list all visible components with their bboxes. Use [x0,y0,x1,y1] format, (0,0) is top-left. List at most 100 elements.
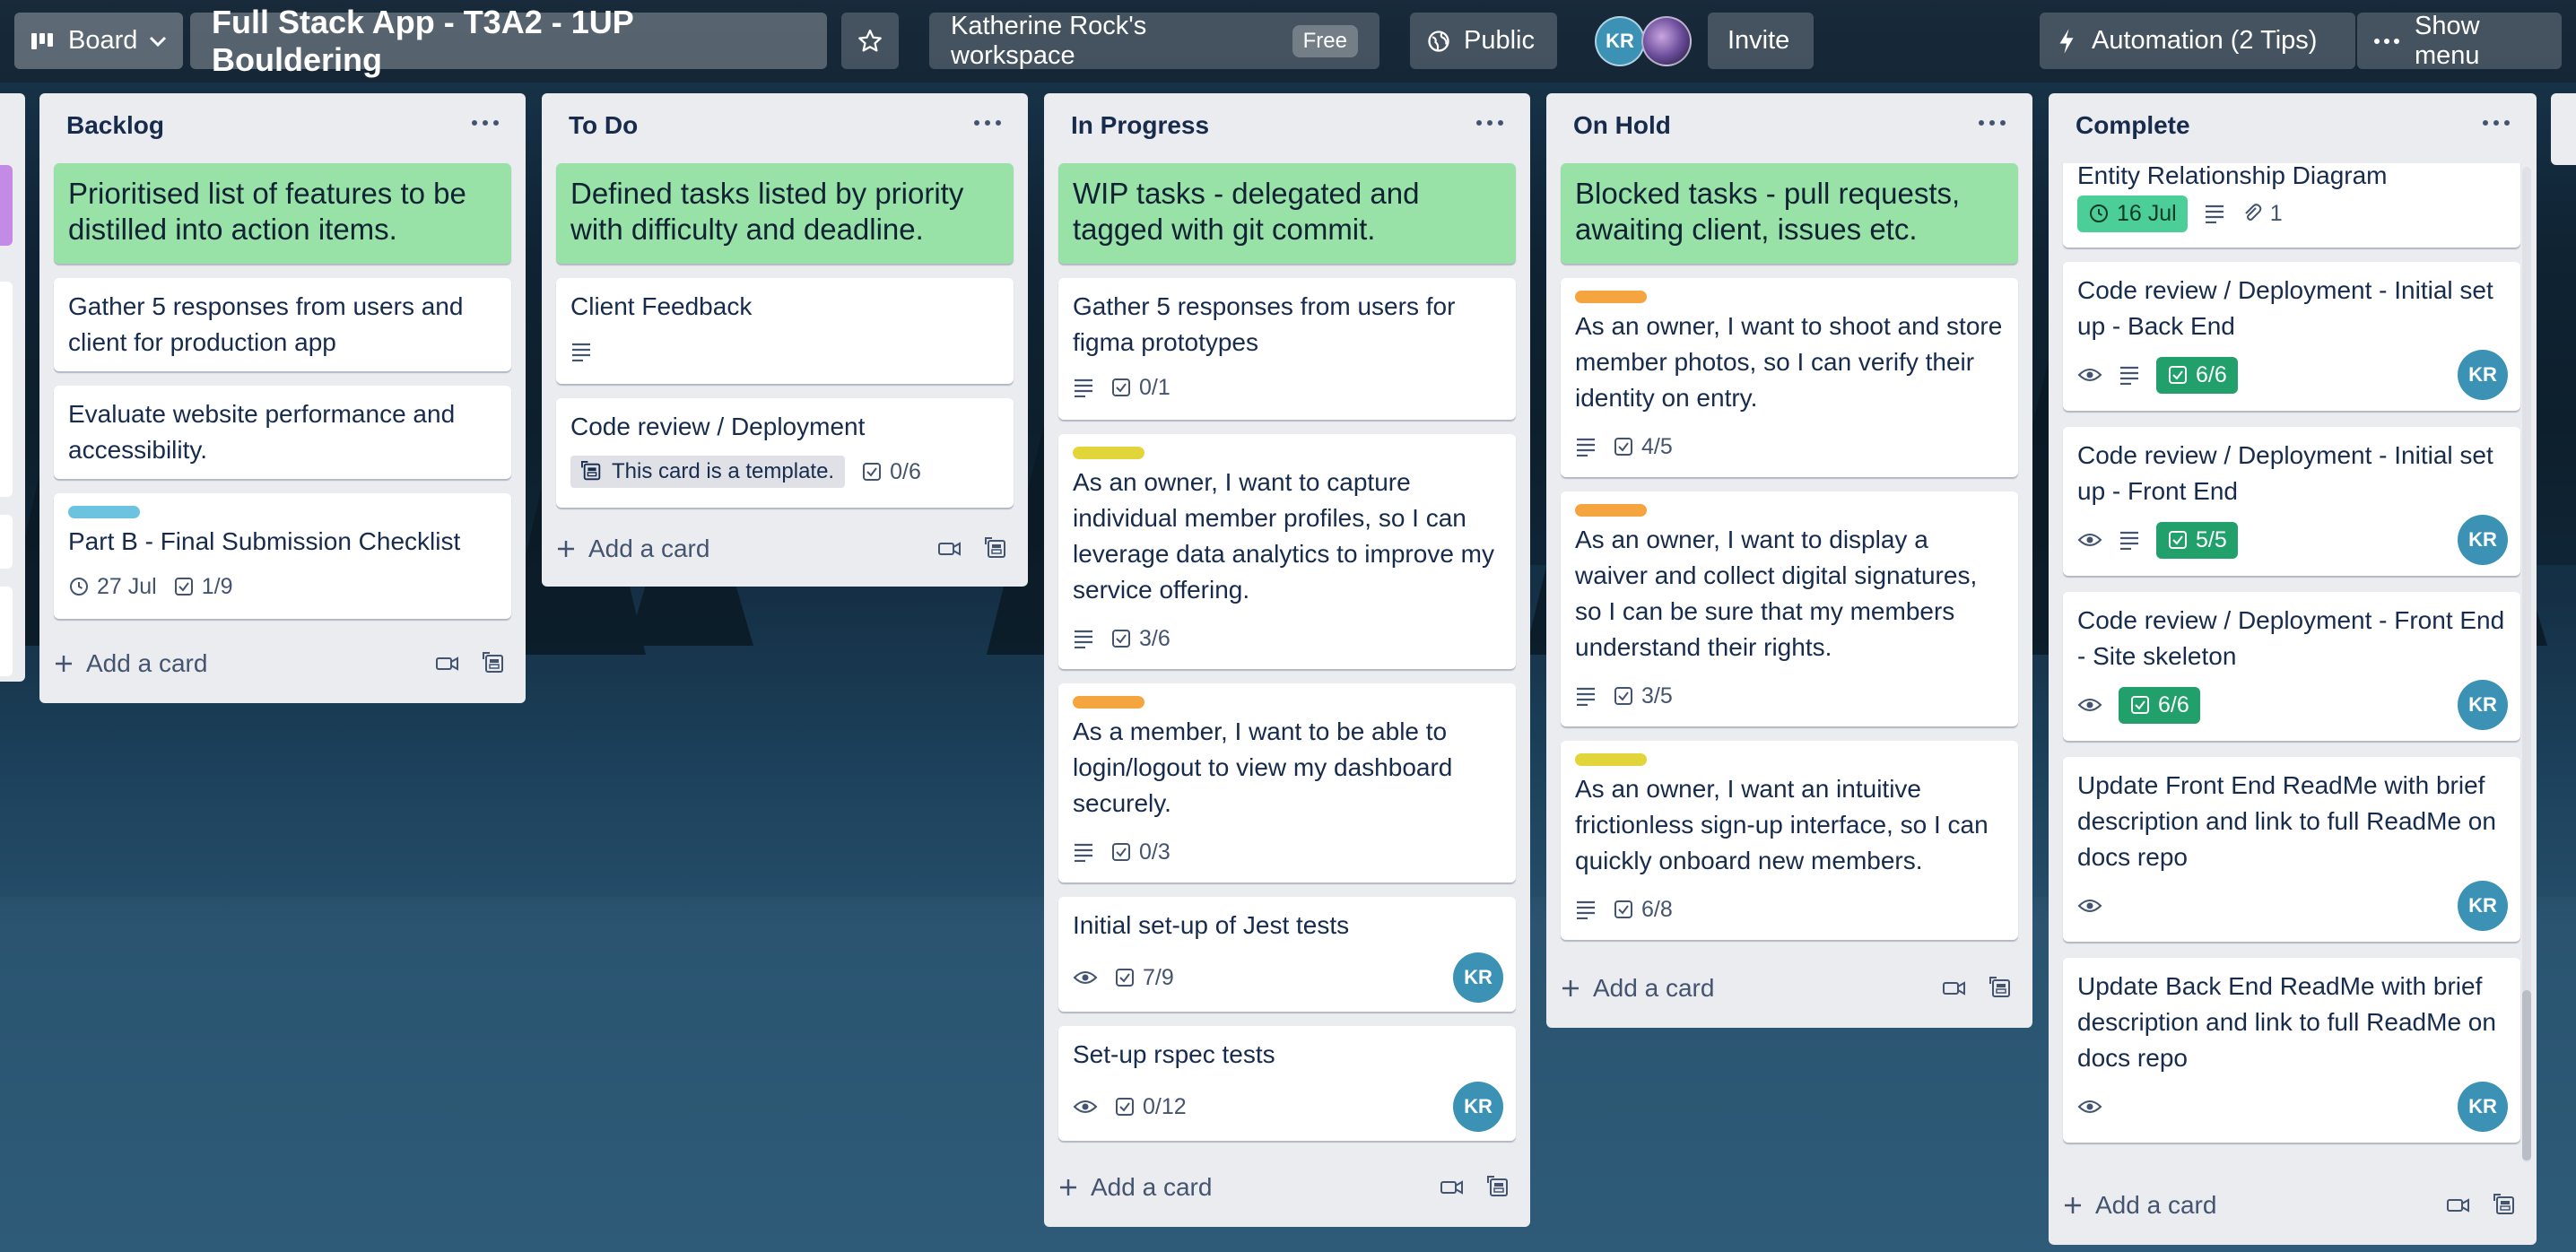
add-card-button[interactable]: Add a card [1561,967,1714,1010]
card-label [1575,504,1647,517]
list-item[interactable]: Blocked tasks - pull requests, awaiting … [1561,163,2018,264]
avatar[interactable]: KR [2458,350,2508,400]
list-scrollbar-thumb[interactable] [2522,990,2531,1161]
list-item[interactable]: Update Front End ReadMe with brief descr… [2063,757,2520,942]
checklist-badge: 4/5 [1613,434,1673,460]
video-icon[interactable] [1440,1179,1464,1195]
member-avatar[interactable]: KR [1595,16,1645,66]
list-item[interactable]: Code review / Deployment - Front End - S… [2063,592,2520,741]
list-title[interactable]: Complete [2076,111,2190,140]
list-scroll-area[interactable]: Entity Relationship Diagram 16 Jul 1 Cod… [2049,163,2537,1168]
add-card-button[interactable]: Add a card [1058,1166,1212,1209]
list-item[interactable]: Gather 5 responses from users and client… [54,278,511,371]
checklist-icon [1116,969,1134,987]
list-menu-icon[interactable] [2483,120,2513,127]
video-icon[interactable] [436,656,459,672]
add-card-button[interactable]: Add a card [54,642,207,685]
checklist-badge: 3/6 [1110,626,1171,652]
view-switcher-button[interactable]: Board [14,13,183,69]
next-list-edge [2551,93,2576,165]
checklist-icon [863,463,882,481]
workspace-button[interactable]: Katherine Rock's workspace Free [929,12,1379,70]
avatar[interactable]: KR [1453,952,1503,1003]
list-title[interactable]: On Hold [1573,111,1671,140]
checklist-badge: 0/6 [861,459,921,485]
list-item[interactable]: Set-up rspec tests 0/12 KR [1058,1026,1516,1141]
list-item[interactable]: Code review / Deployment This card is a … [556,398,1014,508]
member-avatar-photo[interactable] [1641,16,1692,66]
list-item[interactable]: Defined tasks listed by priority with di… [556,163,1014,264]
checklist-icon [1112,843,1130,861]
create-from-template-icon[interactable] [2493,1194,2517,1217]
visibility-button[interactable]: Public [1410,13,1557,69]
eye-icon [2077,900,2102,912]
avatar[interactable]: KR [2458,680,2508,730]
clock-icon [70,578,88,596]
list-title[interactable]: In Progress [1071,111,1209,140]
video-icon[interactable] [938,541,962,557]
list-menu-icon[interactable] [1979,120,2009,127]
view-label: Board [68,26,138,55]
board-title[interactable]: Full Stack App - T3A2 - 1UP Bouldering [190,4,827,78]
list-menu-icon[interactable] [974,120,1005,127]
show-menu-button[interactable]: Show menu [2357,12,2562,70]
create-from-template-icon[interactable] [1989,977,2013,1000]
eye-icon [2077,534,2102,546]
card-label [1575,291,1647,303]
avatar[interactable]: KR [2458,881,2508,931]
checklist-icon [1112,378,1130,396]
checklist-badge: 6/8 [1613,897,1673,923]
previous-list-edge [0,93,25,682]
create-from-template-icon[interactable] [483,652,506,675]
template-badge: This card is a template. [570,456,846,488]
plus-icon [1562,980,1579,996]
list-title[interactable]: Backlog [66,111,164,140]
list-item[interactable]: Part B - Final Submission Checklist 27 J… [54,493,511,619]
list-menu-icon[interactable] [1476,120,1507,127]
card-label [68,506,140,518]
list-title[interactable]: To Do [569,111,638,140]
add-card-button[interactable]: Add a card [556,527,709,570]
list-item[interactable]: Gather 5 responses from users for figma … [1058,278,1516,420]
list-item[interactable]: Client Feedback [556,278,1014,384]
eye-icon [2077,369,2102,381]
list-in-progress: In Progress WIP tasks - delegated and ta… [1044,93,1530,1227]
checklist-badge: 7/9 [1114,965,1174,991]
automation-button[interactable]: Automation (2 Tips) [2040,13,2355,69]
create-from-template-icon[interactable] [1487,1176,1510,1199]
list-item[interactable]: Code review / Deployment - Initial set u… [2063,427,2520,576]
list-menu-icon[interactable] [472,120,502,127]
list-item[interactable]: As an owner, I want to shoot and store m… [1561,278,2018,477]
list-item[interactable]: As an owner, I want an intuitive frictio… [1561,741,2018,940]
card-label [1575,753,1647,766]
checklist-icon [2169,366,2187,384]
list-item[interactable]: As an owner, I want to capture individua… [1058,434,1516,669]
video-icon[interactable] [1943,980,1966,996]
list-item[interactable]: Evaluate website performance and accessi… [54,386,511,479]
checklist-complete-badge: 6/6 [2119,686,2200,724]
list-item[interactable]: WIP tasks - delegated and tagged with gi… [1058,163,1516,264]
attachment-badge: 1 [2241,201,2283,227]
avatar[interactable]: KR [2458,515,2508,565]
add-card-button[interactable]: Add a card [2063,1184,2216,1227]
invite-button[interactable]: Invite [1708,13,1814,69]
checklist-icon [1112,630,1130,648]
list-item[interactable]: As a member, I want to be able to login/… [1058,683,1516,882]
create-from-template-icon[interactable] [985,537,1008,561]
checklist-icon [1116,1098,1134,1116]
list-item[interactable]: Prioritised list of features to be disti… [54,163,511,264]
avatar[interactable]: KR [1453,1082,1503,1132]
template-icon [581,461,601,481]
star-button[interactable] [841,13,899,69]
list-item[interactable]: Initial set-up of Jest tests 7/9 KR [1058,897,1516,1012]
video-icon[interactable] [2447,1197,2470,1213]
list-item[interactable]: Update Back End ReadMe with brief descri… [2063,958,2520,1143]
due-date-badge[interactable]: 16 Jul [2077,195,2188,232]
avatar[interactable]: KR [2458,1082,2508,1132]
checklist-icon [2131,696,2149,714]
list-on-hold: On Hold Blocked tasks - pull requests, a… [1546,93,2032,1028]
list-item[interactable]: Entity Relationship Diagram 16 Jul 1 [2063,163,2520,248]
list-item[interactable]: As an owner, I want to display a waiver … [1561,491,2018,726]
list-todo: To Do Defined tasks listed by priority w… [542,93,1028,587]
list-item[interactable]: Code review / Deployment - Initial set u… [2063,262,2520,411]
